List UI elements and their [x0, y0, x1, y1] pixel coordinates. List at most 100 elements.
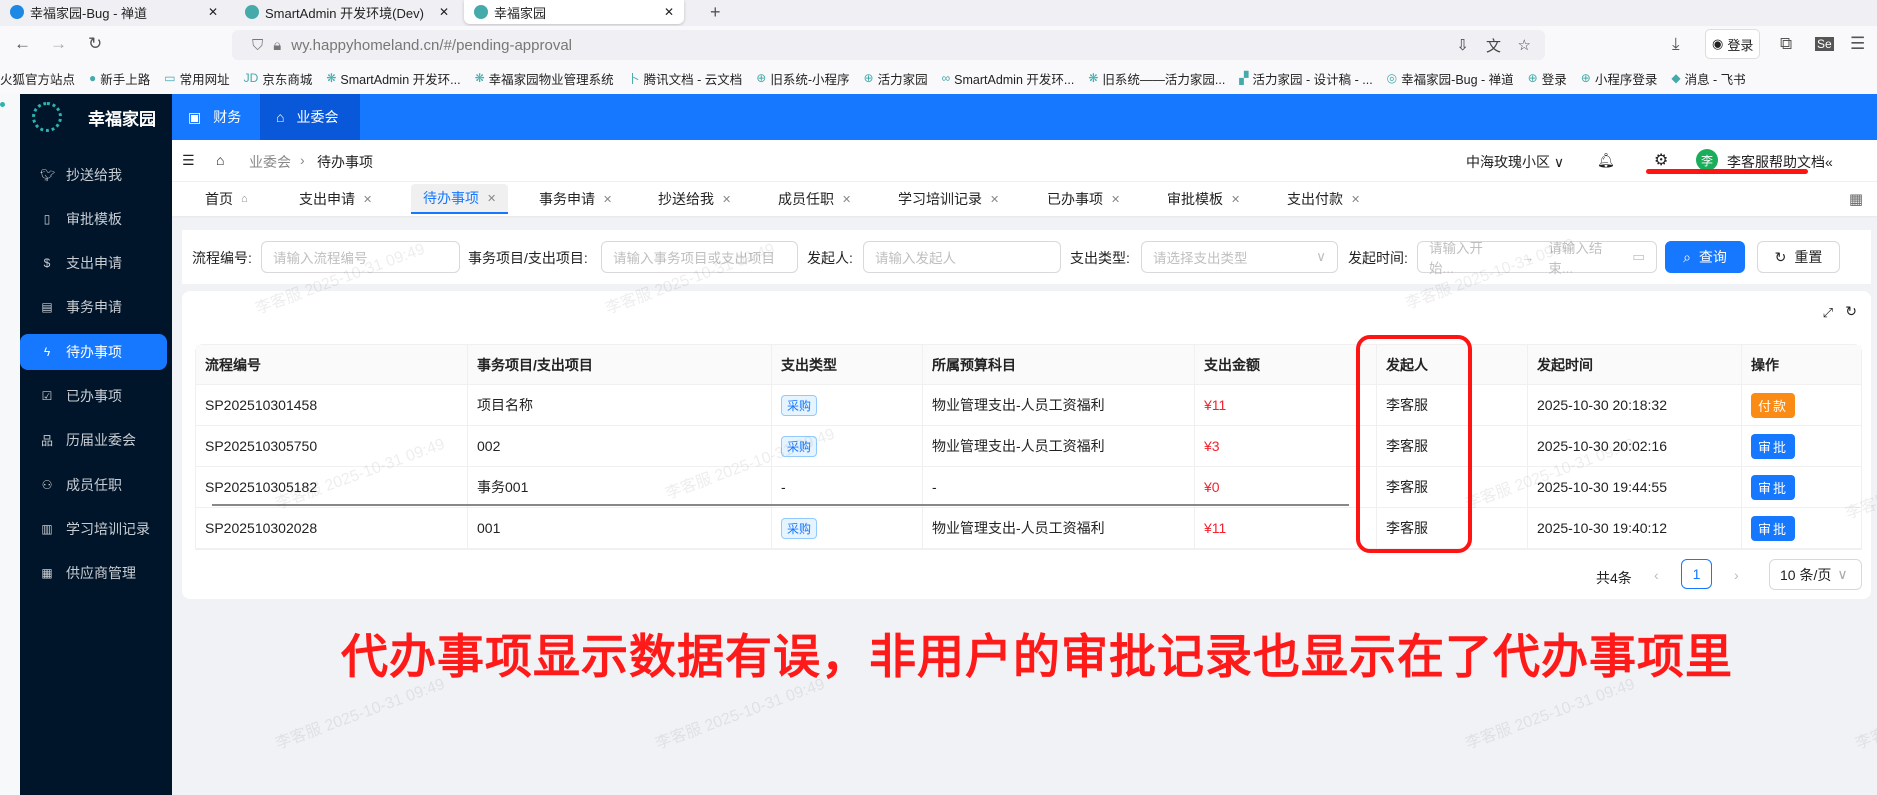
- bookmark-item[interactable]: JD 京东商城: [244, 69, 313, 88]
- bookmark-item[interactable]: ● 新手上路: [89, 69, 150, 88]
- sidebar-item[interactable]: 🐦︎ 抄送给我: [20, 157, 167, 193]
- browser-tab[interactable]: 幸福家园-Bug - 禅道 ✕: [0, 0, 228, 24]
- gear-icon[interactable]: ⚙: [1654, 150, 1668, 170]
- close-tab-icon[interactable]: ✕: [664, 5, 674, 19]
- star-icon[interactable]: ☆: [1518, 36, 1531, 54]
- initiator-input[interactable]: 请输入发起人: [863, 241, 1061, 273]
- browser-tab[interactable]: 幸福家园 ✕: [464, 0, 684, 24]
- pay-button[interactable]: 付款: [1751, 392, 1796, 418]
- approve-button[interactable]: 审批: [1751, 474, 1796, 500]
- download-icon[interactable]: ⤓: [1672, 34, 1680, 54]
- page-tab[interactable]: 事务申请 ✕: [527, 184, 624, 214]
- bookmark-item[interactable]: 卜腾讯文档 - 云文档: [628, 69, 743, 88]
- page-tab[interactable]: 成员任职 ✕: [766, 184, 863, 214]
- fullscreen-icon[interactable]: ⤢: [1823, 305, 1833, 321]
- home-icon[interactable]: ⌂: [241, 193, 248, 205]
- close-tab-icon[interactable]: ✕: [487, 192, 496, 205]
- bookmark-item[interactable]: ❋ SmartAdmin 开发环...: [326, 69, 460, 88]
- translate-icon[interactable]: 文: [1486, 35, 1501, 56]
- page-tab[interactable]: 待办事项 ✕: [411, 184, 509, 214]
- page-1[interactable]: 1: [1681, 559, 1712, 589]
- sidebar-item[interactable]: ▯ 审批模板: [20, 201, 167, 237]
- selenium-icon[interactable]: Se: [1815, 37, 1834, 51]
- date-range-picker[interactable]: 请输入开始... → 请输入结束... ▭: [1417, 241, 1657, 276]
- refresh-icon[interactable]: ↻: [1845, 303, 1857, 320]
- item-input[interactable]: 请输入事务项目或支出项目: [601, 241, 798, 273]
- bookmark-item[interactable]: ❋ 幸福家园物业管理系统: [475, 69, 614, 88]
- page-tab[interactable]: 学习培训记录 ✕: [886, 184, 1011, 214]
- community-selector[interactable]: 中海玫瑰小区 ∨: [1466, 152, 1564, 172]
- sidebar-item-label: 成员任职: [66, 477, 122, 493]
- bookmark-item[interactable]: ▞ 活力家园 - 设计稿 - ...: [1239, 69, 1372, 88]
- expense-type-select[interactable]: 请选择支出类型 ∨: [1141, 241, 1338, 273]
- menu-icon[interactable]: ☰: [1850, 34, 1865, 54]
- sidebar-item[interactable]: ☑ 已办事项: [20, 378, 167, 414]
- bookmark-item[interactable]: ▭ 常用网址: [164, 69, 229, 88]
- menu-fold-icon[interactable]: ☰: [182, 152, 195, 169]
- top-menu-finance[interactable]: ▣ 财务: [172, 94, 260, 140]
- page-size-select[interactable]: 10 条/页 ∨: [1769, 559, 1862, 590]
- avatar[interactable]: 李: [1696, 149, 1718, 171]
- page-tab[interactable]: 首页 ⌂: [193, 184, 260, 214]
- close-tab-icon[interactable]: ✕: [1111, 193, 1120, 206]
- reset-button[interactable]: ↻ 重置: [1757, 241, 1840, 273]
- prev-page-icon[interactable]: ‹: [1654, 567, 1659, 583]
- bookmark-item[interactable]: ⊕ 小程序登录: [1581, 69, 1658, 88]
- bookmark-item[interactable]: ∞ SmartAdmin 开发环...: [942, 69, 1075, 88]
- bookmark-item[interactable]: ◎ 幸福家园-Bug - 禅道: [1387, 69, 1514, 88]
- extensions-icon[interactable]: ⧉: [1780, 34, 1792, 54]
- top-menu-label: 财务: [213, 109, 242, 125]
- page-tab[interactable]: 抄送给我 ✕: [646, 184, 743, 214]
- page-tab[interactable]: 审批模板 ✕: [1155, 184, 1252, 214]
- sidebar-item[interactable]: ▦ 供应商管理: [20, 555, 167, 591]
- bookmark-item[interactable]: ⊕ 活力家园: [864, 69, 928, 88]
- close-tab-icon[interactable]: ✕: [363, 193, 372, 206]
- close-tab-icon[interactable]: ✕: [842, 193, 851, 206]
- new-tab-button[interactable]: +: [700, 0, 731, 24]
- page-tab[interactable]: 支出付款 ✕: [1275, 184, 1372, 214]
- url-bar[interactable]: ⛉ 🔒︎ wy.happyhomeland.cn/#/pending-appro…: [232, 30, 1545, 60]
- account-login-button[interactable]: ◉ 登录: [1705, 29, 1761, 59]
- page-tab[interactable]: 支出申请 ✕: [287, 184, 384, 214]
- breadcrumb-parent[interactable]: 业委会: [249, 152, 291, 172]
- back-icon[interactable]: ←: [14, 34, 31, 54]
- forward-icon[interactable]: →: [50, 34, 67, 54]
- sidebar-item[interactable]: ⚇ 成员任职: [20, 467, 167, 503]
- close-tab-icon[interactable]: ✕: [208, 5, 218, 19]
- header-bar: ☰ ⌂ 业委会 › 待办事项 中海玫瑰小区 ∨ 🔔︎ ⚙ 李 李客服 帮助文档«: [172, 140, 1877, 182]
- browser-tab[interactable]: SmartAdmin 开发环境(Dev) ✕: [235, 0, 459, 24]
- bookmark-item[interactable]: ❋ 旧系统——活力家园...: [1088, 69, 1225, 88]
- bookmark-label: 活力家园 - 设计稿 - ...: [1252, 72, 1373, 87]
- sidebar-item[interactable]: ▤ 事务申请: [20, 289, 167, 325]
- save-page-icon[interactable]: ⇩: [1456, 36, 1469, 54]
- bookmark-item[interactable]: ⊕ 旧系统-小程序: [756, 69, 849, 88]
- approve-button[interactable]: 审批: [1751, 433, 1796, 459]
- close-tab-icon[interactable]: ✕: [603, 193, 612, 206]
- bookmark-item[interactable]: ⊕ 登录: [1528, 69, 1567, 88]
- top-menu-committee[interactable]: ⌂ 业委会: [260, 94, 360, 140]
- close-tab-icon[interactable]: ✕: [990, 193, 999, 206]
- start-placeholder: 请输入开始...: [1429, 241, 1483, 276]
- sidebar-item[interactable]: 品历届业委会: [20, 422, 167, 458]
- grid-icon[interactable]: ▦: [1849, 190, 1863, 208]
- sidebar-item[interactable]: ▥ 学习培训记录: [20, 511, 167, 547]
- approve-button[interactable]: 审批: [1751, 515, 1796, 541]
- page-tab[interactable]: 已办事项 ✕: [1035, 184, 1132, 214]
- sidebar-item[interactable]: $ 支出申请: [20, 245, 167, 281]
- home-icon[interactable]: ⌂: [216, 152, 224, 168]
- close-tab-icon[interactable]: ✕: [1351, 193, 1360, 206]
- bookmark-item[interactable]: 火狐官方站点: [0, 69, 75, 88]
- close-tab-icon[interactable]: ✕: [439, 5, 449, 19]
- horizontal-scrollbar[interactable]: [212, 504, 1349, 506]
- bookmark-item[interactable]: ◆ 消息 - 飞书: [1671, 69, 1745, 88]
- next-page-icon[interactable]: ›: [1734, 567, 1739, 583]
- close-tab-icon[interactable]: ✕: [722, 193, 731, 206]
- reload-icon[interactable]: ↻: [88, 34, 102, 54]
- query-button[interactable]: ⌕ 查询: [1665, 241, 1745, 273]
- close-tab-icon[interactable]: ✕: [1231, 193, 1240, 206]
- search-icon: ⌕: [1683, 248, 1691, 265]
- bookmark-icon: ❋: [1088, 71, 1099, 85]
- sidebar-item[interactable]: ϟ 待办事项: [20, 334, 167, 370]
- process-no-input[interactable]: 请输入流程编号: [261, 241, 460, 273]
- bell-icon[interactable]: 🔔︎: [1597, 152, 1615, 169]
